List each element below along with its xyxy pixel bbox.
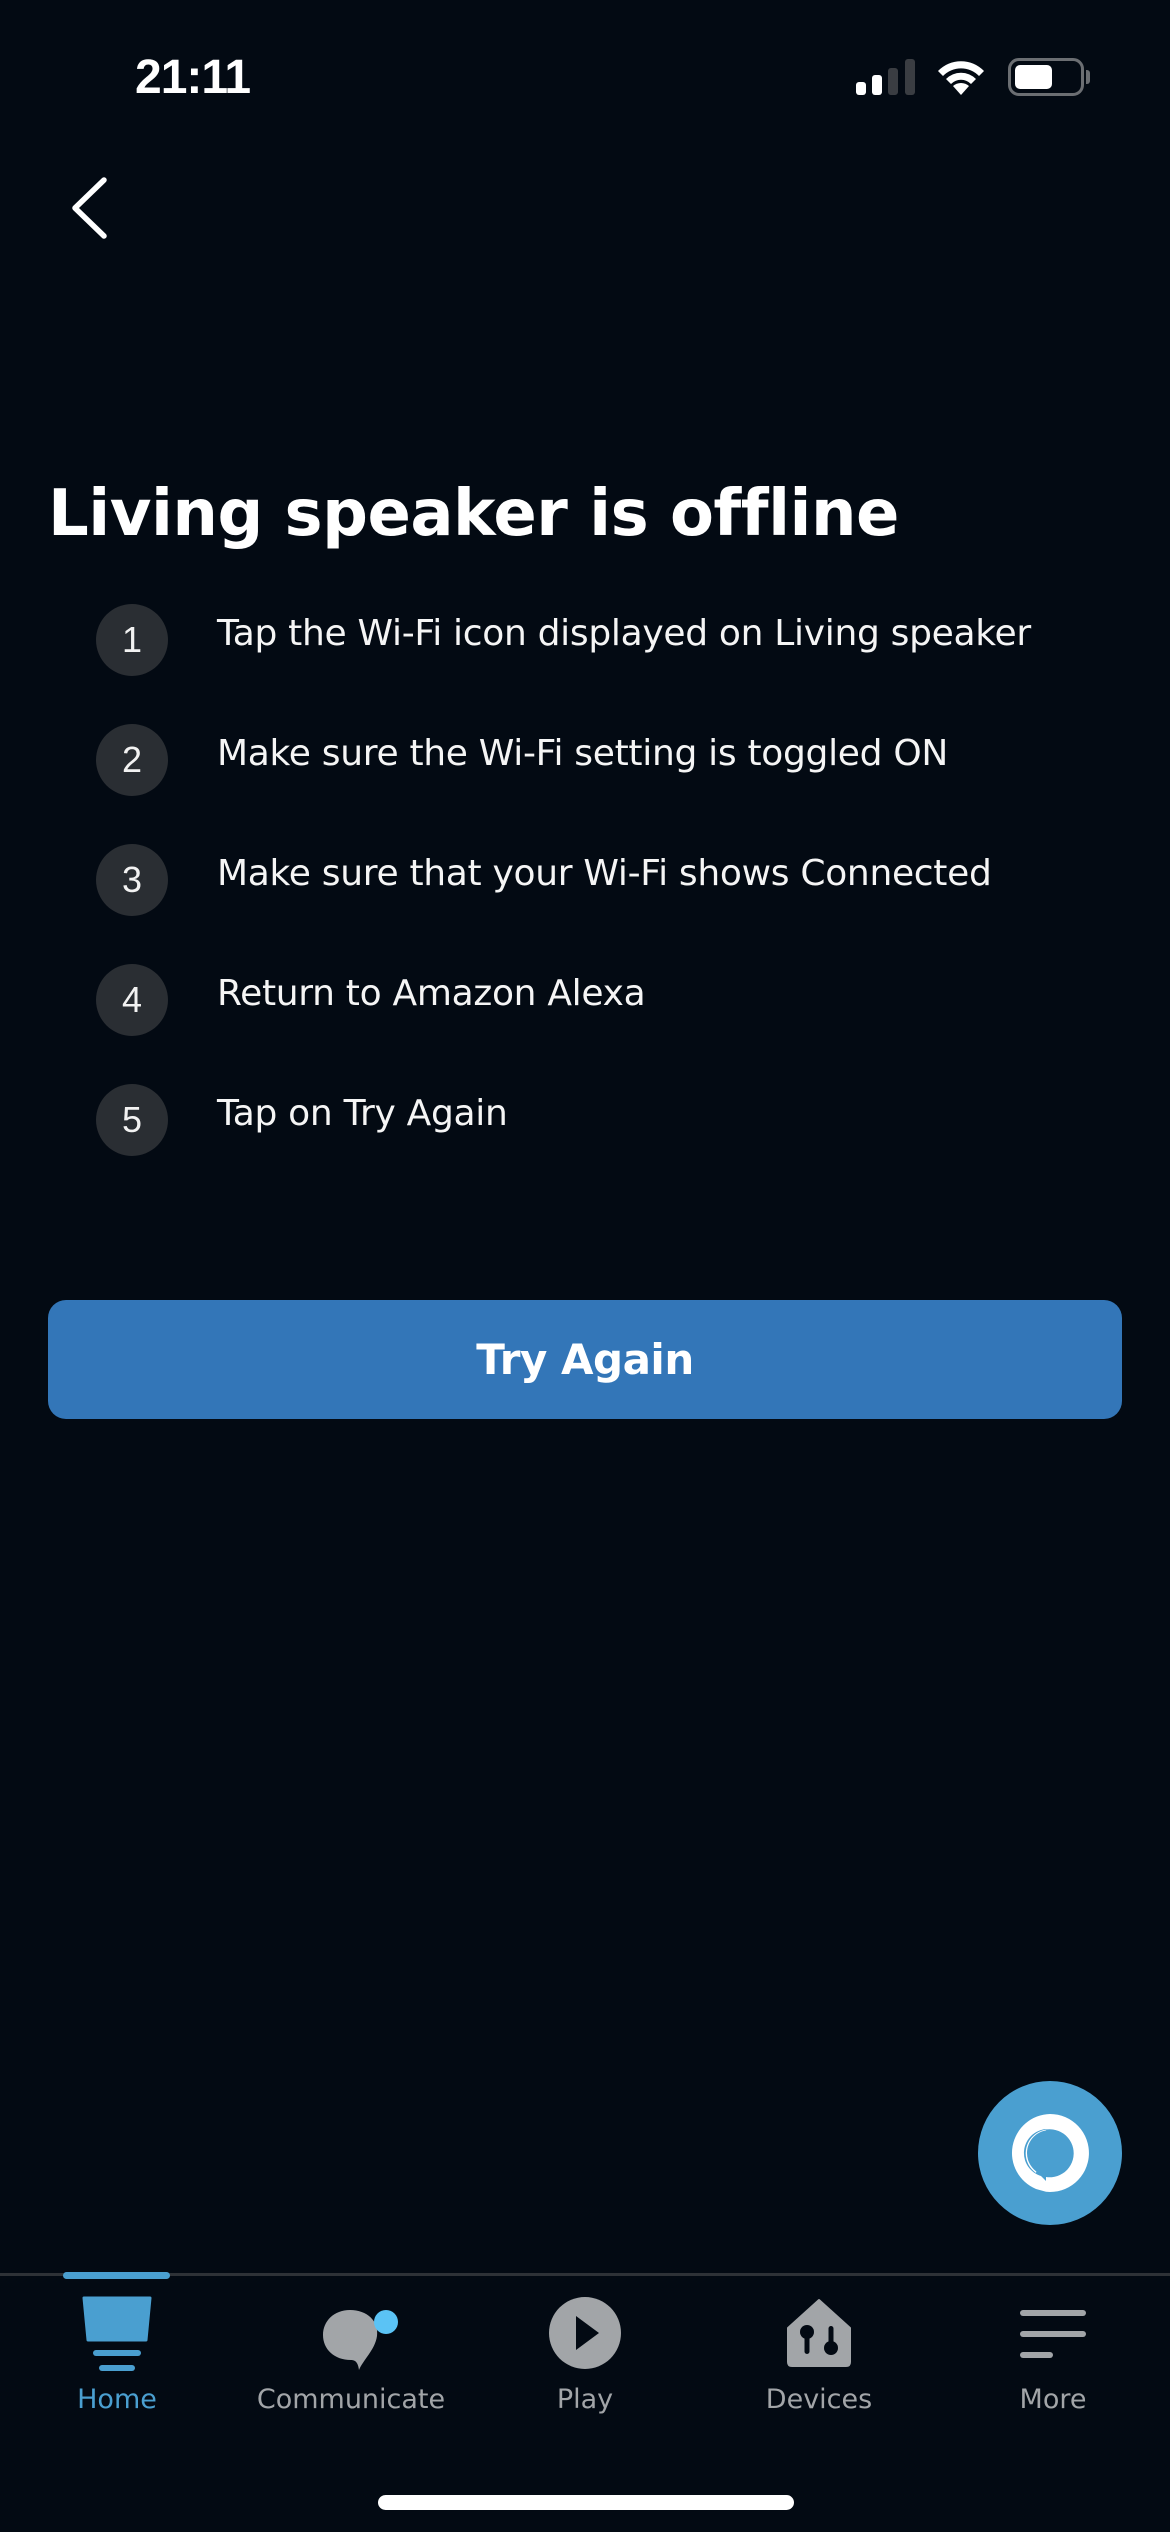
step-item: 5 Tap on Try Again (96, 1084, 1146, 1156)
play-icon (549, 2297, 621, 2369)
step-text: Make sure that your Wi-Fi shows Connecte… (217, 853, 992, 894)
tab-label: Home (77, 2384, 157, 2415)
tab-label: More (1019, 2384, 1087, 2415)
tab-label: Communicate (256, 2384, 446, 2415)
tab-devices[interactable]: Devices (702, 2282, 936, 2432)
step-text: Return to Amazon Alexa (217, 973, 646, 1014)
home-indicator (378, 2495, 794, 2510)
battery-nub (1086, 70, 1090, 84)
step-number: 1 (96, 604, 168, 676)
alexa-button[interactable] (978, 2081, 1122, 2225)
signal-bar (872, 75, 882, 95)
step-number: 5 (96, 1084, 168, 1156)
step-item: 1 Tap the Wi-Fi icon displayed on Living… (96, 604, 1146, 676)
battery-fill (1015, 65, 1052, 89)
signal-bar (888, 68, 898, 95)
status-time: 21:11 (135, 51, 251, 104)
step-item: 3 Make sure that your Wi-Fi shows Connec… (96, 844, 1146, 916)
tab-label: Devices (765, 2384, 873, 2415)
battery-icon (1008, 58, 1084, 96)
signal-bar (905, 59, 915, 95)
back-button[interactable] (58, 168, 122, 248)
more-icon (1020, 2310, 1086, 2358)
step-number: 4 (96, 964, 168, 1036)
wifi-icon (938, 61, 984, 95)
step-number: 2 (96, 724, 168, 796)
tab-home[interactable]: Home (0, 2282, 234, 2432)
page-title: Living speaker is offline (48, 477, 899, 551)
tab-communicate[interactable]: Communicate (234, 2282, 468, 2432)
signal-bar (856, 82, 866, 95)
tab-more[interactable]: More (936, 2282, 1170, 2432)
step-text: Make sure the Wi-Fi setting is toggled O… (217, 733, 949, 774)
step-item: 2 Make sure the Wi-Fi setting is toggled… (96, 724, 1146, 796)
alexa-icon (1011, 2114, 1089, 2192)
step-text: Tap the Wi-Fi icon displayed on Living s… (217, 613, 1031, 654)
step-number: 3 (96, 844, 168, 916)
devices-icon (787, 2299, 851, 2367)
signal-icon (856, 59, 916, 96)
home-icon (82, 2296, 152, 2371)
tab-label: Play (556, 2384, 614, 2415)
tab-bar-divider (0, 2273, 1170, 2276)
try-again-button[interactable]: Try Again (48, 1300, 1122, 1419)
active-tab-indicator (63, 2272, 170, 2279)
communicate-icon (323, 2310, 398, 2370)
step-item: 4 Return to Amazon Alexa (96, 964, 1146, 1036)
chevron-left-icon (72, 177, 107, 239)
tab-play[interactable]: Play (468, 2282, 702, 2432)
step-text: Tap on Try Again (217, 1093, 508, 1134)
